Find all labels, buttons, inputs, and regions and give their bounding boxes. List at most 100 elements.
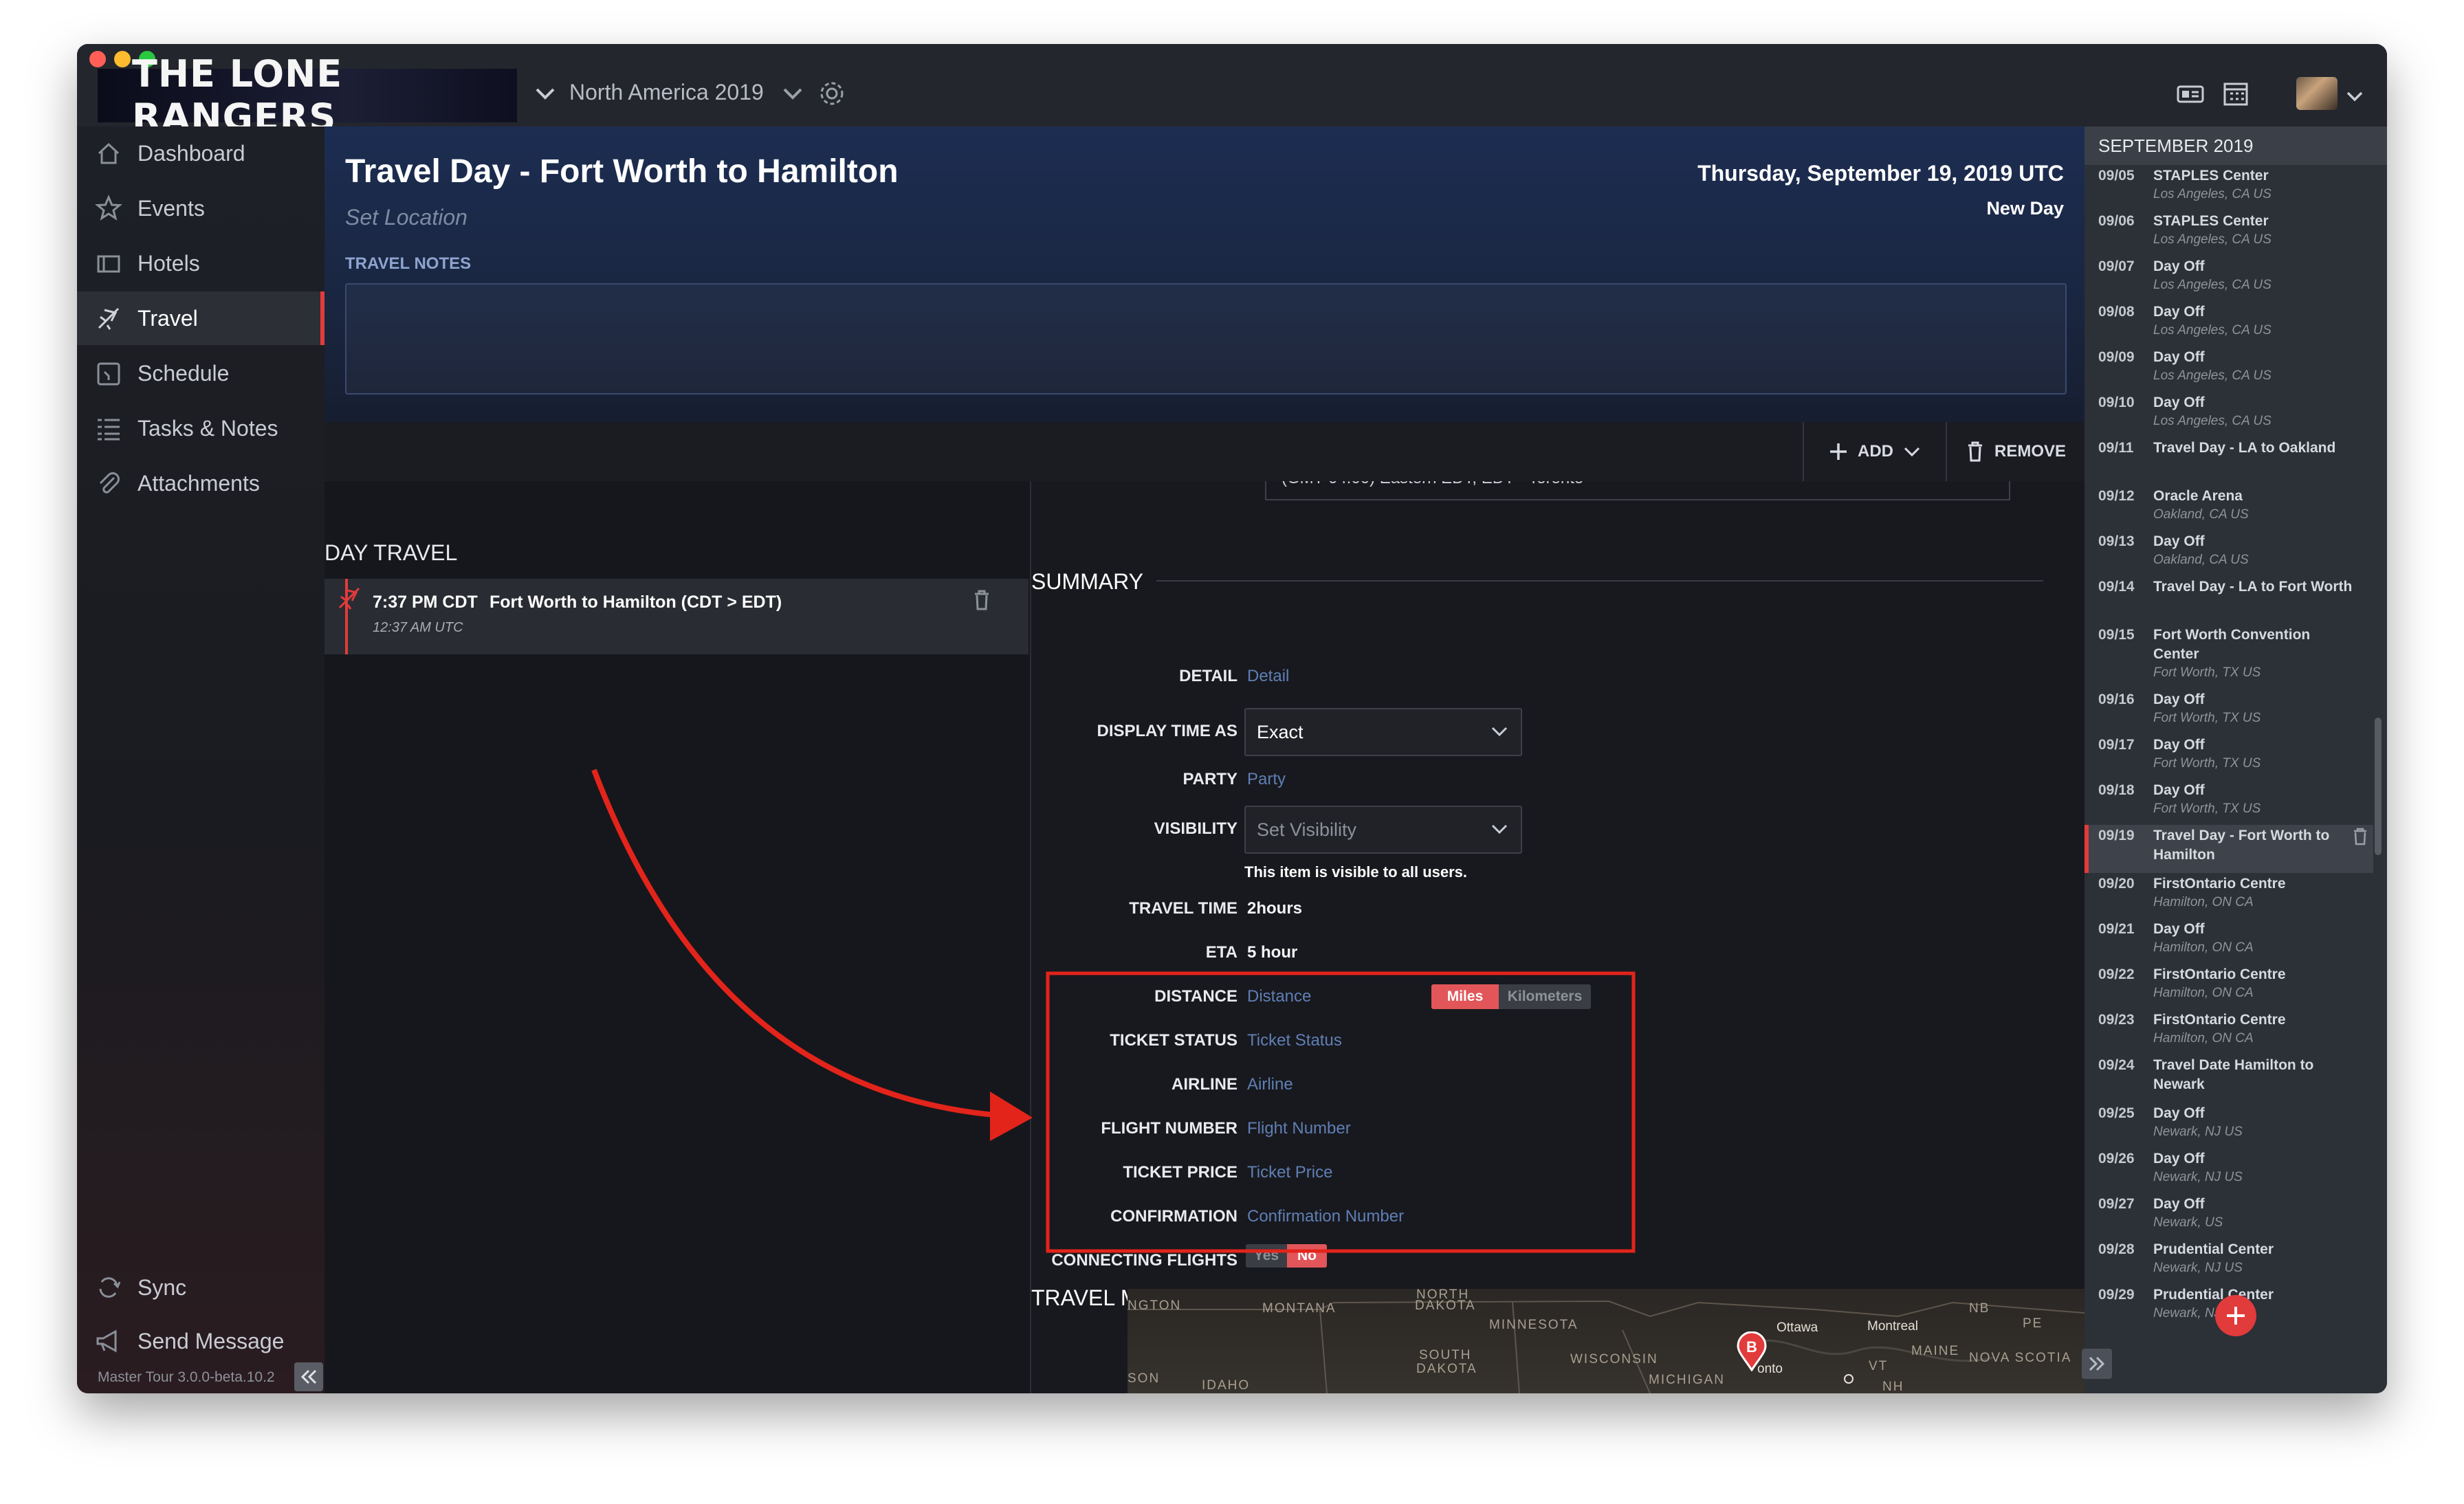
- calendar-day-item[interactable]: 09/12 Oracle Arena Oakland, CA US: [2084, 485, 2373, 532]
- calendar-day-item[interactable]: 09/13 Day Off Oakland, CA US: [2084, 531, 2373, 577]
- map-label: MAINE: [1911, 1344, 1960, 1358]
- sidebar-item-travel[interactable]: Travel: [77, 291, 324, 345]
- calendar-day-item[interactable]: 09/28 Prudential Center Newark, NJ US: [2084, 1239, 2373, 1285]
- collapse-sidebar-button[interactable]: [294, 1362, 323, 1391]
- tour-selector[interactable]: North America 2019: [569, 80, 764, 105]
- calendar-day-title: Day Off: [2153, 921, 2205, 937]
- calendar-day-item[interactable]: 09/05 STAPLES Center Los Angeles, CA US: [2084, 165, 2373, 212]
- avatar-chevron-icon[interactable]: [2346, 91, 2364, 103]
- gear-icon[interactable]: [818, 80, 846, 107]
- connecting-no-toggle[interactable]: No: [1287, 1244, 1327, 1268]
- travel-time: 7:37 PM CDT: [373, 593, 478, 612]
- calendar-day-date: 09/06: [2098, 213, 2135, 229]
- set-location-input[interactable]: Set Location: [345, 205, 468, 230]
- travel-item[interactable]: 7:37 PM CDT Fort Worth to Hamilton (CDT …: [324, 579, 1028, 654]
- calendar-grid-icon[interactable]: [2222, 80, 2250, 107]
- calendar-day-location: Fort Worth, TX US: [2153, 711, 2261, 725]
- sidebar-item-dashboard[interactable]: Dashboard: [77, 126, 324, 180]
- sidebar-item-attachments[interactable]: Attachments: [77, 456, 324, 510]
- connecting-yes-toggle[interactable]: Yes: [1246, 1244, 1287, 1268]
- visibility-note: This item is visible to all users.: [1244, 863, 1468, 881]
- calendar-day-item[interactable]: 09/23 FirstOntario Centre Hamilton, ON CA: [2084, 1009, 2373, 1056]
- version-label: Master Tour 3.0.0-beta.10.2: [98, 1369, 275, 1385]
- travel-map[interactable]: NGTON MONTANA NORTH DAKOTA MINNESOTA SOU…: [1128, 1289, 2128, 1393]
- airline-input[interactable]: Airline: [1247, 1075, 1293, 1094]
- add-button[interactable]: ADD: [1803, 422, 1946, 481]
- calendar-day-date: 09/26: [2098, 1151, 2135, 1166]
- calendar-day-item[interactable]: 09/18 Day Off Fort Worth, TX US: [2084, 779, 2373, 826]
- collapse-calendar-button[interactable]: [2082, 1349, 2112, 1379]
- calendar-day-item[interactable]: 09/25 Day Off Newark, NJ US: [2084, 1103, 2373, 1149]
- calendar-day-item[interactable]: 09/27 Day Off Newark, US: [2084, 1193, 2373, 1240]
- minimize-window-button[interactable]: [114, 51, 131, 67]
- double-chevron-right-icon: [2089, 1356, 2105, 1371]
- calendar-day-date: 09/24: [2098, 1057, 2135, 1073]
- calendar-day-item[interactable]: 09/09 Day Off Los Angeles, CA US: [2084, 346, 2373, 393]
- calendar-day-item[interactable]: 09/07 Day Off Los Angeles, CA US: [2084, 256, 2373, 302]
- calendar-scrollbar[interactable]: [2375, 718, 2382, 855]
- distance-input[interactable]: Distance: [1247, 987, 1311, 1006]
- close-window-button[interactable]: [89, 51, 106, 67]
- timezone-field[interactable]: (GMT-04:00) Eastern EDT, EDT - Toronto: [1282, 481, 1583, 488]
- visibility-select[interactable]: Set Visibility: [1244, 806, 1522, 854]
- calendar-day-item[interactable]: 09/24 Travel Date Hamilton to Newark: [2084, 1054, 2373, 1103]
- sync-button[interactable]: Sync: [77, 1261, 324, 1314]
- send-message-button[interactable]: Send Message: [77, 1314, 324, 1368]
- trash-icon[interactable]: [2353, 828, 2368, 845]
- sidebar-item-events[interactable]: Events: [77, 181, 324, 235]
- display-time-label: DISPLAY TIME AS: [1097, 722, 1238, 740]
- map-label: PE: [2023, 1316, 2043, 1331]
- travel-time-value[interactable]: 2hours: [1247, 899, 1302, 918]
- calendar-day-item[interactable]: 09/08 Day Off Los Angeles, CA US: [2084, 301, 2373, 348]
- map-marker[interactable]: B: [1737, 1331, 1767, 1372]
- remove-button[interactable]: REMOVE: [1946, 422, 2086, 481]
- sidebar-item-schedule[interactable]: Schedule: [77, 346, 324, 400]
- calendar-day-item[interactable]: 09/22 FirstOntario Centre Hamilton, ON CA: [2084, 964, 2373, 1010]
- eta-value[interactable]: 5 hour: [1247, 943, 1297, 962]
- flight-number-input[interactable]: Flight Number: [1247, 1119, 1351, 1138]
- add-day-button[interactable]: [2215, 1295, 2256, 1336]
- confirmation-input[interactable]: Confirmation Number: [1247, 1207, 1404, 1226]
- calendar-day-title: Day Off: [2153, 1105, 2205, 1121]
- calendar-day-item[interactable]: 09/26 Day Off Newark, NJ US: [2084, 1148, 2373, 1195]
- map-label: Montreal: [1867, 1319, 1918, 1334]
- id-card-icon[interactable]: [2177, 84, 2204, 104]
- detail-input[interactable]: Detail: [1247, 667, 1289, 686]
- sidebar-item-hotels[interactable]: Hotels: [77, 236, 324, 290]
- map-label: NH: [1882, 1380, 1904, 1393]
- calendar-day-item[interactable]: 09/19 Travel Day - Fort Worth to Hamilton: [2084, 825, 2373, 873]
- ticket-price-label: TICKET PRICE: [1123, 1163, 1238, 1182]
- new-day-button[interactable]: New Day: [1986, 198, 2064, 219]
- calendar-day-item[interactable]: 09/06 STAPLES Center Los Angeles, CA US: [2084, 210, 2373, 257]
- calendar-day-item[interactable]: 09/20 FirstOntario Centre Hamilton, ON CA: [2084, 873, 2373, 920]
- unit-miles-toggle[interactable]: Miles: [1431, 984, 1499, 1009]
- trash-icon[interactable]: [974, 590, 990, 610]
- calendar-day-item[interactable]: 09/11 Travel Day - LA to Oakland: [2084, 437, 2373, 485]
- calendar-day-item[interactable]: 09/17 Day Off Fort Worth, TX US: [2084, 734, 2373, 781]
- ticket-price-input[interactable]: Ticket Price: [1247, 1163, 1332, 1182]
- visibility-placeholder: Set Visibility: [1257, 819, 1357, 840]
- calendar-day-item[interactable]: 09/15 Fort Worth Convention Center Fort Wo…: [2084, 624, 2373, 690]
- calendar-day-location: Los Angeles, CA US: [2153, 187, 2272, 201]
- calendar-day-item[interactable]: 09/21 Day Off Hamilton, ON CA: [2084, 918, 2373, 965]
- app-logo: THE LONE RANGERS: [98, 52, 517, 139]
- calendar-day-item[interactable]: 09/10 Day Off Los Angeles, CA US: [2084, 392, 2373, 439]
- sidebar-item-tasks-notes[interactable]: Tasks & Notes: [77, 401, 324, 455]
- calendar-day-title: Day Off: [2153, 304, 2205, 320]
- unit-km-toggle[interactable]: Kilometers: [1499, 984, 1591, 1009]
- calendar-day-title: Day Off: [2153, 1151, 2205, 1166]
- user-avatar[interactable]: [2296, 77, 2338, 110]
- chevron-down-icon[interactable]: [535, 87, 556, 100]
- map-label: MONTANA: [1262, 1301, 1336, 1316]
- tour-chevron-icon[interactable]: [782, 87, 803, 100]
- calendar-day-location: Los Angeles, CA US: [2153, 278, 2272, 292]
- display-time-select[interactable]: Exact: [1244, 708, 1522, 756]
- travel-utc-time: 12:37 AM UTC: [373, 620, 463, 635]
- party-input[interactable]: Party: [1247, 770, 1286, 789]
- calendar-day-item[interactable]: 09/16 Day Off Fort Worth, TX US: [2084, 689, 2373, 736]
- ticket-status-input[interactable]: Ticket Status: [1247, 1031, 1342, 1050]
- calendar-day-item[interactable]: 09/14 Travel Day - LA to Fort Worth: [2084, 576, 2373, 624]
- sidebar-item-label: Dashboard: [138, 140, 245, 166]
- detail-label: DETAIL: [1179, 667, 1238, 685]
- travel-notes-textarea[interactable]: [345, 283, 2067, 395]
